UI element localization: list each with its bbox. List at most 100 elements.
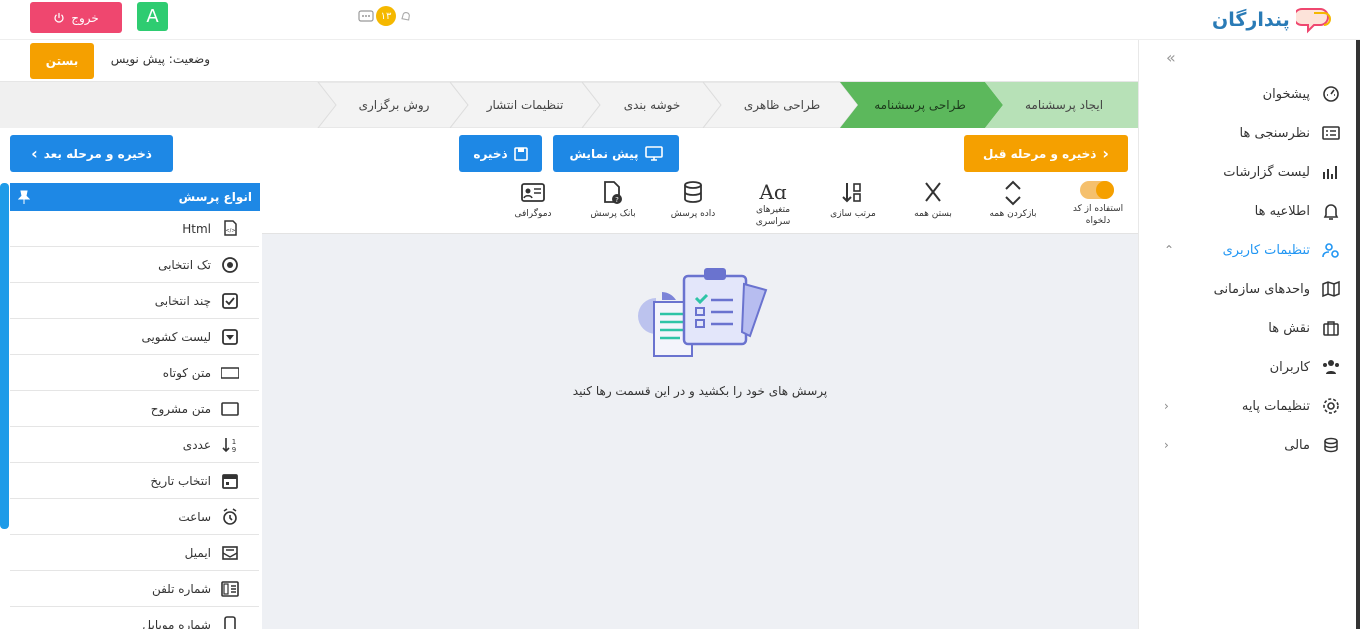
database-icon (684, 181, 702, 203)
save-button[interactable]: ذخیره (459, 135, 542, 172)
power-icon (54, 12, 64, 23)
logo-mark-icon (1295, 8, 1331, 34)
survey-list-icon (1322, 126, 1340, 140)
sidebar-item[interactable]: › مالی (1150, 433, 1340, 457)
global-vars-tool[interactable]: Aɑ متغیرهای سراسری (738, 180, 808, 228)
sidebar-item[interactable]: ⌃ تنظیمات کاربری (1150, 238, 1340, 262)
question-data-label: داده پرسش (670, 209, 716, 219)
coins-icon (1324, 437, 1338, 453)
question-types-header: انواع پرسش (10, 183, 260, 211)
collapse-all-label: بستن همه (914, 209, 952, 219)
close-button[interactable]: بستن (30, 43, 94, 79)
short-text-icon (221, 366, 239, 379)
question-type-item[interactable]: ایمیل (10, 535, 259, 571)
sidebar-item-label: تنظیمات پایه (1241, 398, 1310, 414)
sidebar-item[interactable]: واحدهای سازمانی (1150, 277, 1340, 301)
logout-button[interactable]: خروج (30, 2, 122, 33)
step-publish-settings[interactable]: تنظیمات انتشار (458, 82, 592, 128)
question-type-item[interactable]: متن کوتاه (10, 355, 259, 391)
chevron-up-icon: ⌃ (1164, 243, 1175, 257)
svg-text:1: 1 (232, 438, 236, 446)
avatar[interactable]: A (137, 2, 168, 31)
empty-state-text: پرسش های خود را بکشید و در این قسمت رها … (572, 384, 828, 398)
custom-code-label: استفاده از کد دلخواه (1072, 204, 1124, 226)
sidebar-item[interactable]: کاربران (1150, 355, 1340, 379)
expand-icon (1005, 180, 1021, 206)
save-prev-label: ذخیره و مرحله قبل (982, 146, 1097, 161)
sidebar-item-label: نقش ها (1268, 320, 1310, 336)
sidebar-item[interactable]: › تنظیمات پایه (1150, 394, 1340, 418)
checkbox-icon (222, 292, 238, 309)
save-label: ذخیره (473, 146, 508, 161)
question-bank-tool[interactable]: ? بانک پرسش (578, 180, 648, 220)
html-file-icon: </> (224, 219, 237, 236)
pin-icon[interactable] (18, 190, 30, 204)
panel-scrollbar[interactable] (0, 183, 9, 529)
alarm-clock-icon (223, 507, 237, 525)
collapse-all-tool[interactable]: بستن همه (898, 180, 968, 220)
svg-text:?: ? (615, 196, 619, 204)
sidebar-item-label: واحدهای سازمانی (1213, 281, 1310, 297)
question-data-tool[interactable]: داده پرسش (658, 180, 728, 220)
question-type-item[interactable]: Html </> (10, 211, 259, 247)
collapse-icon (925, 182, 941, 202)
question-type-label: لیست کشویی (141, 329, 211, 344)
logo[interactable]: پندارگان (1212, 2, 1332, 38)
sidebar-item[interactable]: نقش ها (1150, 316, 1340, 340)
step-clustering[interactable]: خوشه بندی (590, 82, 714, 128)
user-settings-icon (1322, 243, 1339, 258)
question-type-label: انتخاب تاریخ (150, 473, 211, 488)
question-type-label: عددی (182, 437, 211, 452)
phone-icon (221, 580, 239, 597)
preview-label: پیش نمایش (569, 146, 639, 161)
step-appearance[interactable]: طراحی ظاهری (712, 82, 852, 128)
global-vars-label: متغیرهای سراسری (755, 205, 791, 227)
question-type-item[interactable]: ساعت (10, 499, 259, 535)
question-type-item[interactable]: متن مشروح (10, 391, 259, 427)
clipboard-illustration-icon (638, 268, 768, 357)
question-type-label: شماره موبایل (142, 617, 211, 629)
question-type-item[interactable]: عددی 1 9 (10, 427, 259, 463)
long-text-icon (221, 401, 239, 416)
sidebar-item[interactable]: لیست گزارشات (1150, 160, 1340, 184)
step-design[interactable]: طراحی پرسشنامه (850, 82, 990, 128)
question-type-label: متن مشروح (150, 401, 211, 416)
save-prev-button[interactable]: ‹ ذخیره و مرحله قبل (964, 135, 1128, 172)
question-type-item[interactable]: تک انتخابی (10, 247, 259, 283)
users-icon (1323, 360, 1339, 374)
chevron-left-icon: › (1164, 399, 1169, 413)
sidebar-item-label: نظرسنجی ها (1239, 125, 1310, 141)
sidebar-collapse-icon[interactable]: « (1166, 48, 1176, 67)
sidebar-item[interactable]: پیشخوان (1150, 82, 1340, 106)
mobile-icon (224, 615, 236, 629)
question-type-item[interactable]: شماره تلفن (10, 571, 259, 607)
floppy-icon (513, 146, 528, 161)
question-type-item[interactable]: لیست کشویی (10, 319, 259, 355)
save-next-button[interactable]: ذخیره و مرحله بعد › (10, 135, 173, 172)
question-type-item[interactable]: انتخاب تاریخ (10, 463, 259, 499)
demographics-tool[interactable]: دموگرافی (498, 180, 568, 220)
sidebar-item-label: اطلاعیه ها (1254, 203, 1310, 219)
expand-all-tool[interactable]: بازکردن همه (978, 180, 1048, 220)
question-type-item[interactable]: چند انتخابی (10, 283, 259, 319)
step-create[interactable]: ایجاد پرسشنامه (990, 82, 1138, 128)
sort-tool[interactable]: مرتب سازی (818, 180, 888, 220)
sidebar-item[interactable]: نظرسنجی ها (1150, 121, 1340, 145)
status-text: وضعیت: پیش نویس (110, 52, 210, 66)
sidebar-item-label: کاربران (1269, 359, 1310, 375)
svg-text:9: 9 (232, 446, 236, 454)
notifications[interactable]: ۱۳ (358, 6, 414, 26)
step-method[interactable]: روش برگزاری (328, 82, 460, 128)
preview-button[interactable]: پیش نمایش (553, 135, 679, 172)
dashboard-icon (1323, 86, 1339, 102)
question-type-label: شماره تلفن (151, 581, 211, 596)
drop-area[interactable] (262, 178, 1138, 629)
top-bar (0, 0, 1360, 40)
sidebar-item[interactable]: اطلاعیه ها (1150, 199, 1340, 223)
question-type-label: تک انتخابی (158, 257, 211, 272)
question-type-item[interactable]: شماره موبایل (10, 607, 259, 629)
svg-text:</>: </> (225, 228, 235, 234)
question-type-label: Html (182, 221, 211, 236)
map-icon (1322, 280, 1340, 298)
sidebar-item-label: پیشخوان (1262, 86, 1310, 102)
